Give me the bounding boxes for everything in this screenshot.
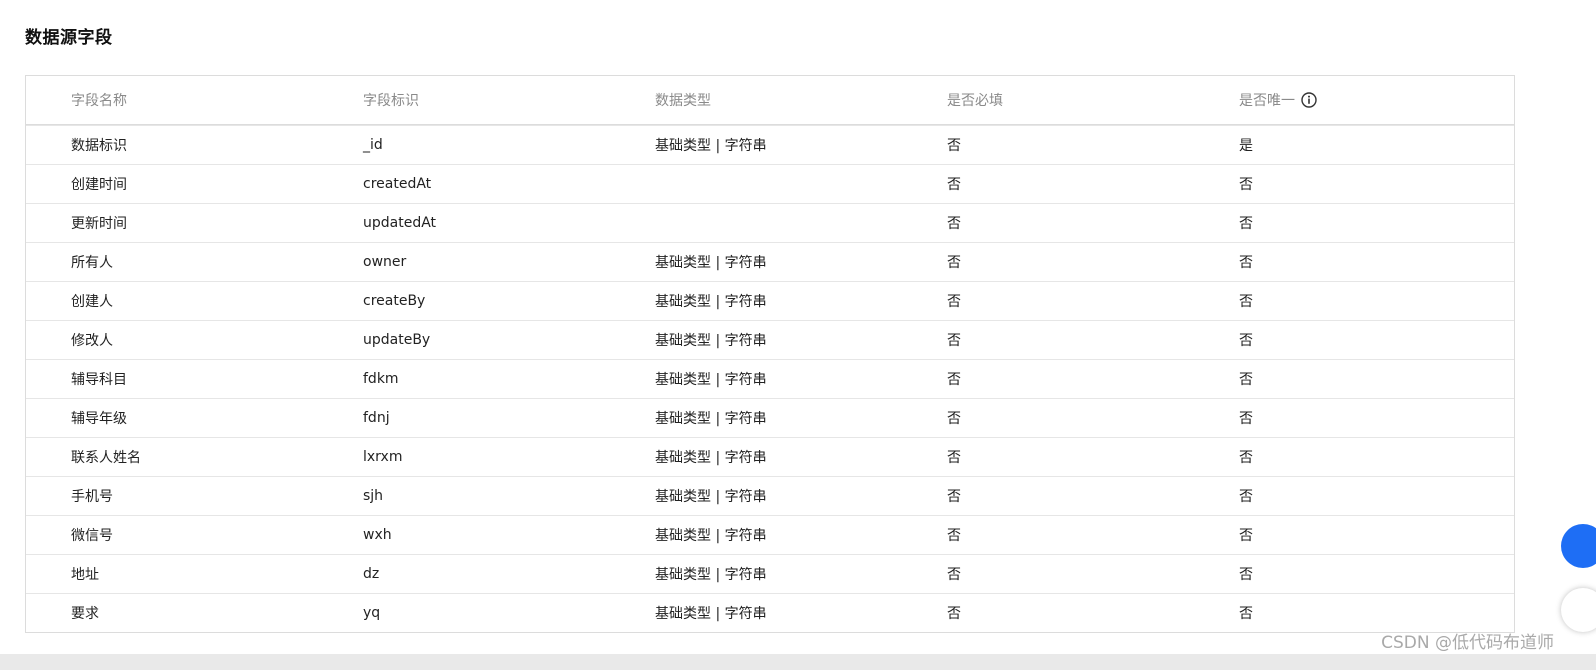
cell-required: 否 xyxy=(947,567,961,583)
cell-data-type: 基础类型 | 字符串 xyxy=(655,372,767,388)
table-row: 修改人 updateBy 基础类型 | 字符串 否 否 xyxy=(26,320,1514,359)
cell-required: 否 xyxy=(947,606,961,622)
cell-required: 否 xyxy=(947,177,961,193)
cell-unique: 否 xyxy=(1239,177,1253,193)
cell-field-name: 创建时间 xyxy=(71,177,127,193)
cell-data-type: 基础类型 | 字符串 xyxy=(655,606,767,622)
section-title: 数据源字段 xyxy=(25,28,113,48)
cell-field-id: updatedAt xyxy=(363,215,437,231)
table-header-row: 字段名称 字段标识 数据类型 是否必填 是否唯一 xyxy=(26,76,1514,125)
cell-field-id: sjh xyxy=(363,488,384,504)
info-circle-icon[interactable] xyxy=(1301,92,1317,108)
cell-field-name: 微信号 xyxy=(71,528,113,544)
cell-field-name: 修改人 xyxy=(71,333,113,349)
cell-field-name: 手机号 xyxy=(71,489,113,505)
cell-unique: 否 xyxy=(1239,372,1253,388)
cell-required: 否 xyxy=(947,489,961,505)
cell-unique: 否 xyxy=(1239,411,1253,427)
table-row: 手机号 sjh 基础类型 | 字符串 否 否 xyxy=(26,476,1514,515)
table-row: 数据标识 _id 基础类型 | 字符串 否 是 xyxy=(26,125,1514,164)
cell-field-id: yq xyxy=(363,605,381,621)
cell-unique: 否 xyxy=(1239,255,1253,271)
cell-field-id: owner xyxy=(363,254,407,270)
cell-unique: 否 xyxy=(1239,528,1253,544)
cell-required: 否 xyxy=(947,216,961,232)
cell-field-name: 更新时间 xyxy=(71,216,127,232)
table-row: 要求 yq 基础类型 | 字符串 否 否 xyxy=(26,593,1514,632)
cell-data-type: 基础类型 | 字符串 xyxy=(655,294,767,310)
table-row: 辅导科目 fdkm 基础类型 | 字符串 否 否 xyxy=(26,359,1514,398)
cell-field-name: 地址 xyxy=(71,567,99,583)
header-data-type: 数据类型 xyxy=(655,93,711,109)
fields-table: 字段名称 字段标识 数据类型 是否必填 是否唯一 数据标识 _id 基础类型 | 字… xyxy=(25,75,1515,633)
header-field-id: 字段标识 xyxy=(363,93,419,109)
table-row: 微信号 wxh 基础类型 | 字符串 否 否 xyxy=(26,515,1514,554)
cell-field-name: 要求 xyxy=(71,606,99,622)
cell-field-id: createdAt xyxy=(363,176,432,192)
cell-unique: 否 xyxy=(1239,333,1253,349)
bottom-scrollbar[interactable] xyxy=(0,654,1596,670)
cell-unique: 否 xyxy=(1239,489,1253,505)
cell-required: 否 xyxy=(947,294,961,310)
cell-field-id: dz xyxy=(363,566,380,582)
cell-field-name: 联系人姓名 xyxy=(71,450,141,466)
table-body: 数据标识 _id 基础类型 | 字符串否是创建时间 createdAt 否否更新时间 up… xyxy=(26,125,1514,632)
floating-secondary-button[interactable] xyxy=(1561,588,1596,632)
cell-data-type: 基础类型 | 字符串 xyxy=(655,450,767,466)
header-unique: 是否唯一 xyxy=(1239,90,1514,110)
cell-unique: 否 xyxy=(1239,216,1253,232)
cell-field-id: fdnj xyxy=(363,410,390,426)
table-row: 创建时间 createdAt 否 否 xyxy=(26,164,1514,203)
cell-data-type: 基础类型 | 字符串 xyxy=(655,255,767,271)
table-row: 辅导年级 fdnj 基础类型 | 字符串 否 否 xyxy=(26,398,1514,437)
cell-required: 否 xyxy=(947,411,961,427)
cell-required: 否 xyxy=(947,528,961,544)
cell-field-id: lxrxm xyxy=(363,449,403,465)
cell-data-type: 基础类型 | 字符串 xyxy=(655,333,767,349)
cell-required: 否 xyxy=(947,372,961,388)
cell-data-type: 基础类型 | 字符串 xyxy=(655,567,767,583)
cell-data-type: 基础类型 | 字符串 xyxy=(655,528,767,544)
cell-field-name: 所有人 xyxy=(71,255,113,271)
page: 数据源字段 字段名称 字段标识 数据类型 是否必填 是否唯一 数据标识 _id 基础… xyxy=(0,0,1596,670)
cell-unique: 是 xyxy=(1239,138,1253,154)
cell-data-type: 基础类型 | 字符串 xyxy=(655,138,767,154)
cell-field-id: fdkm xyxy=(363,371,399,387)
cell-unique: 否 xyxy=(1239,294,1253,310)
cell-field-name: 辅导年级 xyxy=(71,411,127,427)
floating-action-button[interactable] xyxy=(1561,524,1596,568)
cell-required: 否 xyxy=(947,333,961,349)
cell-unique: 否 xyxy=(1239,567,1253,583)
table-row: 地址 dz 基础类型 | 字符串 否 否 xyxy=(26,554,1514,593)
cell-field-id: _id xyxy=(363,137,383,153)
cell-field-id: createBy xyxy=(363,293,426,309)
header-field-name: 字段名称 xyxy=(71,93,127,109)
cell-data-type: 基础类型 | 字符串 xyxy=(655,411,767,427)
table-row: 所有人 owner 基础类型 | 字符串 否 否 xyxy=(26,242,1514,281)
cell-data-type: 基础类型 | 字符串 xyxy=(655,489,767,505)
table-row: 创建人 createBy 基础类型 | 字符串 否 否 xyxy=(26,281,1514,320)
cell-required: 否 xyxy=(947,138,961,154)
cell-unique: 否 xyxy=(1239,450,1253,466)
table-row: 更新时间 updatedAt 否 否 xyxy=(26,203,1514,242)
cell-required: 否 xyxy=(947,255,961,271)
cell-field-name: 辅导科目 xyxy=(71,372,127,388)
cell-field-id: wxh xyxy=(363,527,392,543)
table-row: 联系人姓名 lxrxm 基础类型 | 字符串 否 否 xyxy=(26,437,1514,476)
cell-field-id: updateBy xyxy=(363,332,431,348)
cell-unique: 否 xyxy=(1239,606,1253,622)
header-unique-label: 是否唯一 xyxy=(1239,93,1295,109)
header-required: 是否必填 xyxy=(947,93,1003,109)
cell-field-name: 创建人 xyxy=(71,294,113,310)
cell-field-name: 数据标识 xyxy=(71,138,127,154)
watermark: CSDN @低代码布道师 xyxy=(1381,633,1554,653)
cell-required: 否 xyxy=(947,450,961,466)
